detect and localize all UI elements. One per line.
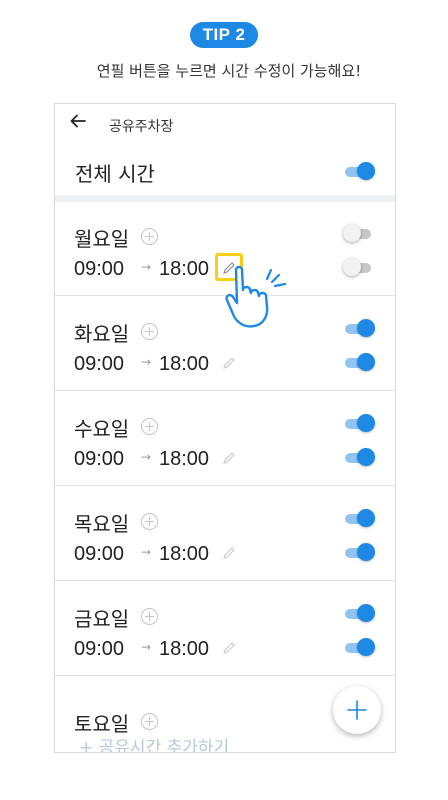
time-toggle[interactable] [345, 638, 375, 658]
start-time[interactable]: 09:00 [74, 543, 124, 566]
start-time[interactable]: 09:00 [74, 353, 124, 376]
start-time[interactable]: 09:00 [74, 258, 124, 281]
end-time[interactable]: 18:00 [159, 353, 209, 376]
day-name: 목요일 [74, 512, 130, 536]
end-time[interactable]: 18:00 [159, 448, 209, 471]
start-time[interactable]: 09:00 [74, 448, 124, 471]
day-name: 수요일 [74, 417, 130, 441]
end-time[interactable]: 18:00 [159, 258, 209, 281]
add-circle-icon[interactable] [141, 513, 158, 530]
tip-text: 연필 버튼을 누르면 시간 수정이 가능해요! [96, 62, 362, 80]
time-toggle[interactable] [343, 258, 373, 278]
day-toggle[interactable] [345, 414, 375, 434]
all-time-label: 전체 시간 [75, 162, 155, 186]
add-circle-icon[interactable] [141, 418, 158, 435]
add-circle-icon[interactable] [141, 228, 158, 245]
arrow-right-icon: → [141, 355, 152, 369]
day-name: 화요일 [74, 322, 130, 346]
pencil-icon[interactable] [222, 546, 236, 560]
end-time[interactable]: 18:00 [159, 543, 209, 566]
end-time[interactable]: 18:00 [159, 638, 209, 661]
start-time[interactable]: 09:00 [74, 638, 124, 661]
plus-icon [347, 700, 367, 720]
day-row: 목요일 09:00 → 18:00 [55, 486, 395, 581]
arrow-right-icon: → [141, 545, 152, 559]
add-button[interactable] [333, 686, 381, 734]
day-row: 수요일 09:00 → 18:00 [55, 391, 395, 486]
day-toggle[interactable] [343, 224, 373, 244]
day-row: 금요일 09:00 → 18:00 [55, 581, 395, 676]
time-toggle[interactable] [345, 543, 375, 563]
add-shared-time-link[interactable]: + 공유시간 추가하기 [79, 733, 229, 752]
day-toggle[interactable] [345, 319, 375, 339]
add-circle-icon[interactable] [141, 713, 158, 730]
page-title: 공유주차장 [109, 119, 174, 135]
tip-badge: TIP 2 [190, 22, 258, 48]
arrow-right-icon: → [141, 260, 152, 274]
arrow-right-icon: → [141, 640, 152, 654]
top-bar: 공유주차장 [55, 104, 395, 146]
day-name: 금요일 [74, 607, 130, 631]
pencil-icon[interactable] [222, 451, 236, 465]
add-circle-icon[interactable] [141, 323, 158, 340]
all-time-row: 전체 시간 [55, 148, 395, 196]
add-circle-icon[interactable] [141, 608, 158, 625]
all-time-toggle[interactable] [345, 162, 375, 182]
pencil-icon[interactable] [222, 356, 236, 370]
time-toggle[interactable] [345, 448, 375, 468]
time-toggle[interactable] [345, 353, 375, 373]
day-name: 월요일 [74, 227, 130, 251]
tap-hand-icon [225, 265, 287, 328]
phone-screen: 공유주차장 전체 시간 월요일 09:00 → 18:00 화요일 09:00 … [54, 103, 396, 753]
pencil-icon[interactable] [222, 641, 236, 655]
day-toggle[interactable] [345, 509, 375, 529]
arrow-right-icon: → [141, 450, 152, 464]
arrow-left-icon[interactable] [69, 112, 87, 130]
day-toggle[interactable] [345, 604, 375, 624]
